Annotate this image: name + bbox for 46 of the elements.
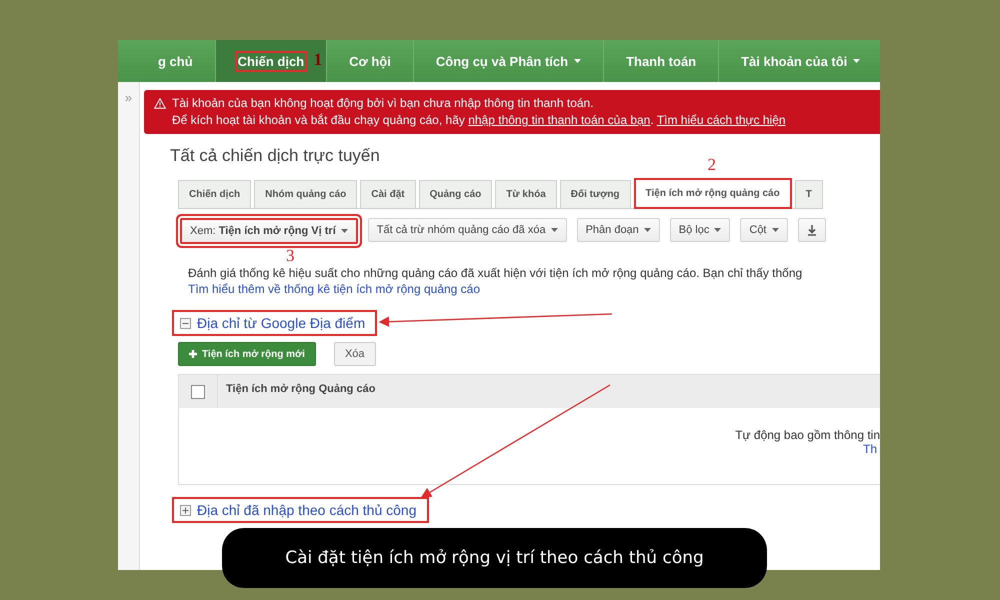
step-number: 1 xyxy=(314,51,322,68)
dropdown-button[interactable]: Cột xyxy=(740,218,788,242)
nav-tab[interactable]: Thanh toán xyxy=(604,40,720,82)
dropdown-button[interactable]: Bộ lọc xyxy=(670,218,730,242)
alert-link[interactable]: nhập thông tin thanh toán của bạn xyxy=(468,113,650,127)
step-number: 3 xyxy=(286,247,294,264)
tab[interactable]: Đối tượng xyxy=(560,180,631,208)
caret-icon xyxy=(772,228,778,232)
download-icon xyxy=(806,224,816,236)
nav-tab[interactable]: Chiến dịch 1 xyxy=(216,40,328,82)
select-all-checkbox[interactable] xyxy=(191,384,205,398)
plus-icon xyxy=(189,350,197,358)
step-number: 2 xyxy=(708,156,716,173)
table-link[interactable]: Th xyxy=(862,442,877,456)
caret-icon xyxy=(853,59,860,63)
caret-icon xyxy=(644,228,651,232)
tab[interactable]: Nhóm quảng cáo xyxy=(254,180,358,208)
page-title: Tất cả chiến dịch trực tuyến xyxy=(170,146,380,166)
new-extension-button[interactable]: Tiện ích mở rộng mới xyxy=(178,342,316,366)
empty-table-message: Tự động bao gồm thông tin xyxy=(735,428,880,442)
section-header[interactable]: Địa chỉ đã nhập theo cách thủ công xyxy=(174,499,426,521)
caption-text: Cài đặt tiện ích mở rộng vị trí theo cách thủ công xyxy=(285,548,704,568)
caret-icon xyxy=(714,228,722,232)
tab[interactable]: Chiến dịch xyxy=(178,180,252,208)
alert-message: Để kích hoạt tài khoản và bắt đầu chạy quảng cáo, hãy nhập thông tin thanh toán của bạn. Tìm hiểu cách thực hiện xyxy=(172,112,786,129)
learn-more-link[interactable]: Tìm hiểu thêm về thống kê tiện ích mở rộng quảng cáo xyxy=(188,282,480,296)
warning-icon xyxy=(154,98,166,109)
alert-message: Tài khoản của bạn không hoạt động bởi vì bạn chưa nhập thông tin thanh toán. xyxy=(172,95,595,112)
caret-icon xyxy=(550,228,558,232)
description-text: Đánh giá thống kê hiệu suất cho những quảng cáo đã xuất hiện với tiện ích mở rộng quảng cáo. Bạn chỉ thấy thống xyxy=(188,266,804,280)
caret-icon xyxy=(574,59,582,63)
download-button[interactable] xyxy=(798,218,826,242)
alert-link[interactable]: Tìm hiểu cách thực hiện xyxy=(656,113,786,127)
nav-tab[interactable]: Cơ hội xyxy=(327,40,414,82)
column-header: Tiện ích mở rộng Quảng cáo xyxy=(217,375,376,408)
tab[interactable]: Quảng cáo xyxy=(418,180,492,208)
caret-icon xyxy=(340,229,348,233)
section-header[interactable]: Địa chỉ từ Google Địa điểm xyxy=(174,312,376,334)
delete-button[interactable]: Xóa xyxy=(334,342,376,366)
nav-tab[interactable]: Công cụ và Phân tích xyxy=(414,40,604,82)
tab[interactable]: Cài đặt xyxy=(360,180,416,208)
nav-tab[interactable]: Tài khoản của tôi xyxy=(719,40,880,82)
dropdown-button[interactable]: Tất cả trừ nhóm quảng cáo đã xóa xyxy=(368,218,567,242)
tab[interactable]: Từ khóa xyxy=(495,180,557,208)
dropdown-button[interactable]: Phân đoạn xyxy=(576,218,660,242)
tab[interactable]: T xyxy=(794,180,823,208)
